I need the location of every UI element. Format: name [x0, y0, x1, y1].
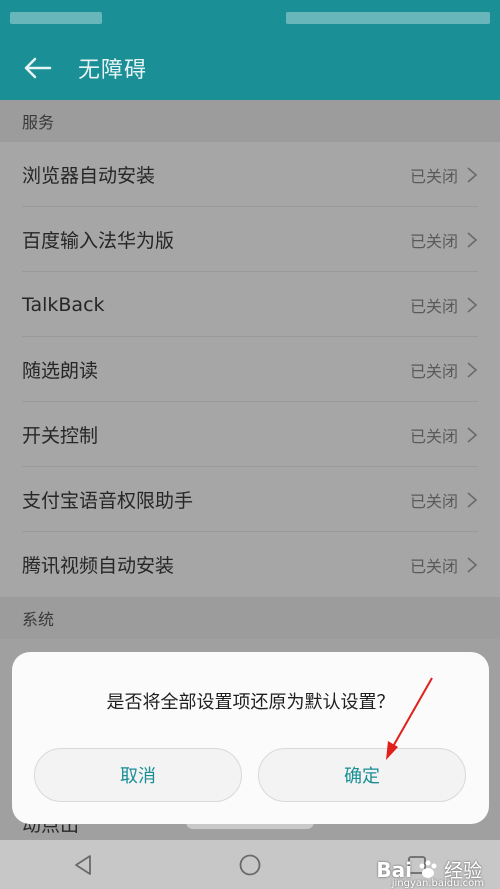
list-item-label: 腾讯视频自动安装 [22, 555, 175, 577]
chevron-right-icon [467, 426, 478, 443]
chevron-right-icon [467, 296, 478, 313]
list-item-baidu-input[interactable]: 百度输入法华为版 已关闭 [0, 207, 500, 272]
status-text: 已关闭 [409, 361, 458, 381]
dialog-message: 是否将全部设置项还原为默认设置？ [106, 692, 395, 713]
status-text: 已关闭 [409, 231, 458, 251]
list-item-right: 已关闭 [410, 293, 478, 317]
nav-back-button[interactable] [53, 840, 113, 889]
circle-home-icon [239, 854, 261, 875]
list-item-right: 已关闭 [410, 163, 478, 187]
cancel-button[interactable]: 取消 [34, 748, 242, 802]
chevron-right-icon [467, 491, 478, 508]
status-bar [0, 0, 500, 36]
list-item-label: 浏览器自动安装 [22, 165, 156, 187]
list-item-tencent-video-install[interactable]: 腾讯视频自动安装 已关闭 [0, 532, 500, 597]
list-item-label: 开关控制 [22, 425, 99, 447]
page-title: 无障碍 [78, 58, 148, 83]
status-bar-info-right [286, 12, 490, 24]
arrow-left-icon[interactable] [8, 36, 66, 100]
status-bar-info-left [10, 12, 102, 24]
status-text: 已关闭 [409, 296, 458, 316]
list-item-browser-auto-install[interactable]: 浏览器自动安装 已关闭 [0, 142, 500, 207]
confirm-button[interactable]: 确定 [258, 748, 466, 802]
list-item-talkback[interactable]: TalkBack 已关闭 [0, 272, 500, 337]
section-header-system: 系统 [0, 597, 500, 639]
status-text: 已关闭 [409, 166, 458, 186]
list-item-label: 随选朗读 [22, 360, 99, 382]
services-list: 浏览器自动安装 已关闭 百度输入法华为版 已关闭 TalkBack 已关闭 随选… [0, 142, 500, 597]
status-text: 已关闭 [409, 556, 458, 576]
list-item-label: 百度输入法华为版 [22, 230, 175, 252]
nav-home-button[interactable] [220, 840, 280, 889]
list-item-label: 支付宝语音权限助手 [22, 490, 194, 512]
triangle-back-icon [75, 854, 92, 875]
list-item-select-to-speak[interactable]: 随选朗读 已关闭 [0, 337, 500, 402]
chevron-right-icon [467, 556, 478, 573]
list-item-switch-access[interactable]: 开关控制 已关闭 [0, 402, 500, 467]
list-item-right: 已关闭 [410, 488, 478, 512]
status-text: 已关闭 [409, 426, 458, 446]
watermark-url: jingyan.baidu.com [391, 878, 484, 889]
list-item-right: 已关闭 [410, 358, 478, 382]
chevron-right-icon [467, 231, 478, 248]
app-bar: 无障碍 [0, 36, 500, 100]
list-item-alipay-voice[interactable]: 支付宝语音权限助手 已关闭 [0, 467, 500, 532]
list-item-right: 已关闭 [410, 228, 478, 252]
list-item-label: TalkBack [22, 293, 105, 316]
list-item-right: 已关闭 [410, 423, 478, 447]
chevron-right-icon [467, 166, 478, 183]
chevron-right-icon [467, 361, 478, 378]
status-text: 已关闭 [409, 491, 458, 511]
list-item-right: 已关闭 [410, 553, 478, 577]
reset-confirm-dialog: 是否将全部设置项还原为默认设置？ 取消 确定 [12, 652, 489, 824]
section-header-services: 服务 [0, 100, 500, 142]
